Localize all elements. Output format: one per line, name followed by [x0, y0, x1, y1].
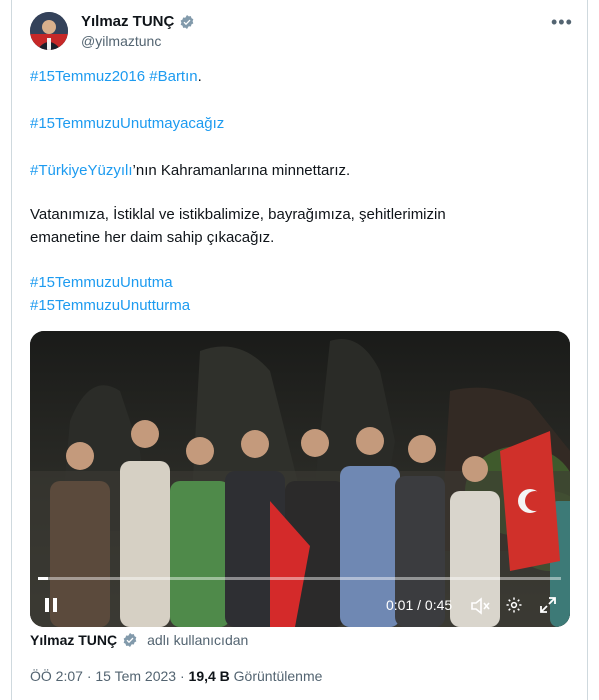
tweet-text-fragment: . [197, 68, 202, 85]
tweet-line-6: #15TemmuzuUnutma [30, 272, 173, 294]
play-pause-icon[interactable] [44, 597, 58, 617]
meta-separator: · [86, 668, 92, 684]
tweet-text-fragment: ’nın Kahramanlarına minnettarız. [132, 162, 351, 179]
tweet-date[interactable]: 15 Tem 2023 [95, 668, 176, 684]
more-icon[interactable]: ••• [551, 12, 573, 33]
fullscreen-icon[interactable] [539, 596, 557, 618]
settings-gear-icon[interactable] [505, 596, 523, 618]
avatar[interactable] [30, 12, 68, 50]
tweet-line-3: #TürkiyeYüzyılı’nın Kahramanlarına minne… [30, 160, 350, 182]
author-handle[interactable]: @yilmaztunc [81, 33, 161, 49]
hashtag-link[interactable]: #15TemmuzuUnutma [30, 274, 173, 291]
volume-mute-icon[interactable] [470, 597, 490, 619]
video-player[interactable]: 0:01 / 0:45 [30, 331, 570, 627]
attribution-sub: adlı kullanıcıdan [147, 632, 249, 648]
video-frame [30, 331, 570, 627]
video-time: 0:01 / 0:45 [386, 597, 453, 613]
tweet-meta: ÖÖ 2:07 · 15 Tem 2023 · 19,4 B Görüntüle… [30, 668, 322, 684]
tweet-line-1: #15Temmuz2016 #Bartın. [30, 66, 202, 88]
attribution-name[interactable]: Yılmaz TUNÇ [30, 632, 117, 648]
view-label: Görüntülenme [233, 668, 323, 684]
tweet-line-2: #15TemmuzuUnutmayacağız [30, 113, 224, 135]
hashtag-link[interactable]: #15TemmuzuUnutmayacağız [30, 115, 224, 132]
video-progress-fill [38, 577, 49, 580]
tweet-line-5: emanetine her daim sahip çıkacağız. [30, 229, 275, 246]
tweet-line-4: Vatanımıza, İstiklal ve istikbalimize, b… [30, 206, 446, 223]
video-progress-track[interactable] [38, 577, 561, 580]
verified-badge-icon [181, 14, 194, 29]
video-attribution[interactable]: Yılmaz TUNÇ adlı kullanıcıdan [30, 632, 248, 648]
hashtag-link[interactable]: #TürkiyeYüzyılı [30, 162, 133, 179]
tweet-time[interactable]: ÖÖ 2:07 [30, 668, 83, 684]
hashtag-link[interactable]: #15Temmuz2016 [30, 68, 145, 85]
meta-separator: · [179, 668, 185, 684]
author-name[interactable]: Yılmaz TUNÇ [81, 13, 174, 30]
author-row[interactable]: Yılmaz TUNÇ [81, 13, 195, 30]
view-count: 19,4 B [188, 668, 230, 684]
tweet-line-7: #15TemmuzuUnutturma [30, 295, 190, 317]
verified-badge-icon [123, 633, 137, 647]
hashtag-link[interactable]: #Bartın [149, 68, 197, 85]
hashtag-link[interactable]: #15TemmuzuUnutturma [30, 297, 190, 314]
